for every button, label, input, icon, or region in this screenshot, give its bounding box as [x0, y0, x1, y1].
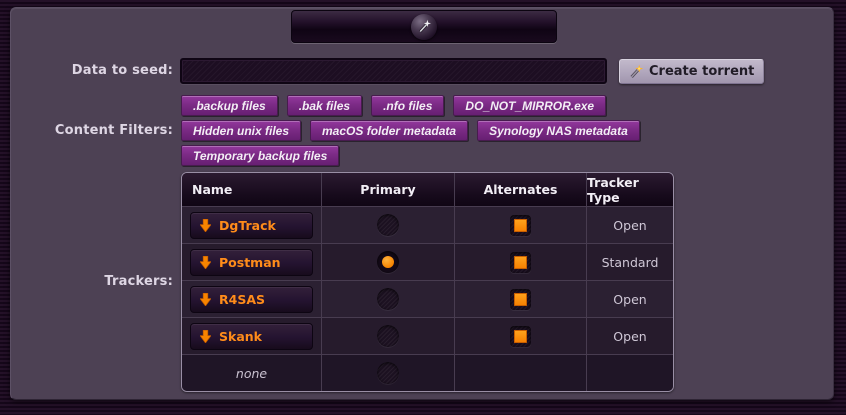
- data-to-seed-input[interactable]: [180, 58, 607, 84]
- filter-chip-backup-files[interactable]: .backup files: [181, 95, 278, 116]
- alternates-cell: [455, 243, 587, 280]
- tracker-link-r4sas[interactable]: R4SAS: [190, 286, 313, 313]
- tracker-link-skank[interactable]: Skank: [190, 323, 313, 350]
- download-arrow-icon: [200, 293, 211, 306]
- tracker-name: R4SAS: [219, 292, 265, 307]
- primary-cell: [322, 206, 455, 243]
- alternates-checkbox-postman[interactable]: [510, 252, 531, 273]
- filter-chip-temp-backup[interactable]: Temporary backup files: [181, 145, 339, 166]
- tracker-link-dgtrack[interactable]: DgTrack: [190, 212, 313, 239]
- tracker-type: Standard: [587, 243, 673, 280]
- trackers-table: Name Primary Alternates Tracker Type DgT…: [181, 172, 674, 392]
- alternates-checkbox-dgtrack[interactable]: [510, 215, 531, 236]
- magic-wand-create-icon: [629, 64, 644, 79]
- download-arrow-icon: [200, 256, 211, 269]
- primary-cell: [322, 243, 455, 280]
- tracker-name: Postman: [219, 255, 281, 270]
- content-filters-label: Content Filters:: [0, 123, 173, 138]
- tracker-link-postman[interactable]: Postman: [190, 249, 313, 276]
- tracker-name: DgTrack: [219, 218, 276, 233]
- primary-radio-dgtrack[interactable]: [377, 214, 399, 236]
- tracker-type: [587, 354, 673, 391]
- trackers-label: Trackers:: [0, 274, 173, 289]
- trackers-header-name: Name: [182, 173, 322, 206]
- alternates-cell: [455, 317, 587, 354]
- create-torrent-button-label: Create torrent: [649, 64, 754, 79]
- magic-wand-icon: [411, 14, 437, 40]
- create-torrent-section-toggle[interactable]: [291, 10, 557, 43]
- tracker-type: Open: [587, 206, 673, 243]
- primary-radio-none[interactable]: [377, 362, 399, 384]
- alternates-checkbox-r4sas[interactable]: [510, 289, 531, 310]
- tracker-type: Open: [587, 280, 673, 317]
- filter-chip-synology-metadata[interactable]: Synology NAS metadata: [477, 120, 640, 141]
- create-torrent-button[interactable]: Create torrent: [619, 59, 764, 84]
- primary-cell: [322, 280, 455, 317]
- download-arrow-icon: [200, 330, 211, 343]
- download-arrow-icon: [200, 219, 211, 232]
- data-to-seed-label: Data to seed:: [0, 63, 173, 78]
- trackers-header-alternates: Alternates: [455, 173, 587, 206]
- trackers-header-primary: Primary: [322, 173, 455, 206]
- primary-cell: [322, 354, 455, 391]
- filter-chip-bak-files[interactable]: .bak files: [287, 95, 362, 116]
- primary-cell: [322, 317, 455, 354]
- alternates-checkbox-skank[interactable]: [510, 326, 531, 347]
- table-row: Postman: [182, 243, 322, 280]
- table-row: Skank: [182, 317, 322, 354]
- alternates-cell: [455, 354, 587, 391]
- primary-radio-skank[interactable]: [377, 325, 399, 347]
- alternates-cell: [455, 206, 587, 243]
- tracker-type: Open: [587, 317, 673, 354]
- primary-radio-r4sas[interactable]: [377, 288, 399, 310]
- primary-radio-postman[interactable]: [377, 251, 399, 273]
- table-row: none: [182, 354, 322, 391]
- table-row: DgTrack: [182, 206, 322, 243]
- filter-chip-do-not-mirror[interactable]: DO_NOT_MIRROR.exe: [453, 95, 606, 116]
- alternates-cell: [455, 280, 587, 317]
- trackers-header-type: Tracker Type: [587, 173, 673, 206]
- filter-chip-macos-metadata[interactable]: macOS folder metadata: [310, 120, 468, 141]
- table-row: R4SAS: [182, 280, 322, 317]
- tracker-name: Skank: [219, 329, 262, 344]
- tracker-name-none: none: [190, 366, 321, 381]
- content-filter-chips: .backup files .bak files .nfo files DO_N…: [181, 95, 659, 166]
- filter-chip-nfo-files[interactable]: .nfo files: [371, 95, 444, 116]
- filter-chip-hidden-unix[interactable]: Hidden unix files: [181, 120, 301, 141]
